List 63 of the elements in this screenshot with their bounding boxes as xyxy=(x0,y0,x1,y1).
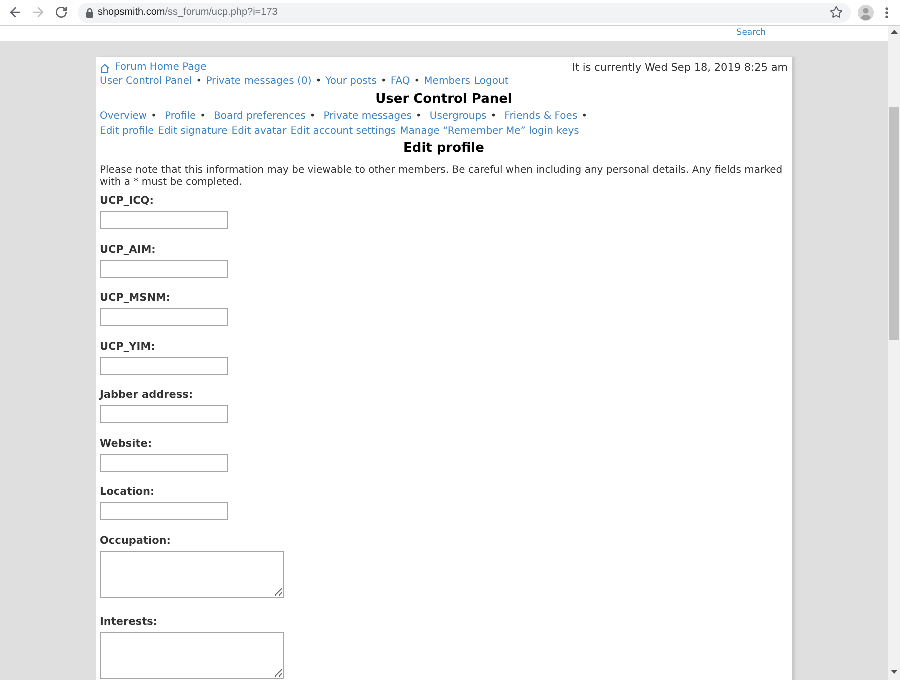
text-field[interactable] xyxy=(100,211,228,229)
bookmark-star-icon[interactable] xyxy=(830,6,843,19)
text-field[interactable] xyxy=(100,502,228,520)
text-field[interactable] xyxy=(100,356,228,374)
field-label: UCP_AIM: xyxy=(100,242,157,256)
nav-link[interactable]: FAQ xyxy=(390,76,410,87)
separator-bullet: • xyxy=(151,111,157,122)
separator-bullet: • xyxy=(582,111,588,122)
scroll-up-icon[interactable] xyxy=(890,30,898,34)
field-label: Interests: xyxy=(100,615,159,629)
sub-tab-link[interactable]: Edit signature xyxy=(158,126,228,137)
current-time-text: It is currently Wed Sep 18, 2019 8:25 am xyxy=(572,61,788,75)
home-icon xyxy=(100,64,110,72)
nav-link[interactable]: Members xyxy=(424,76,471,87)
field-label: Website: xyxy=(100,436,154,450)
separator-bullet: • xyxy=(414,76,420,87)
text-field[interactable] xyxy=(100,454,228,472)
tab-link[interactable]: Usergroups xyxy=(430,111,487,122)
separator-bullet: • xyxy=(316,76,322,87)
sub-tab-link[interactable]: Edit account settings xyxy=(290,126,396,137)
tab-link[interactable]: Private messages xyxy=(324,111,412,122)
panel-heading: User Control Panel xyxy=(374,91,514,109)
account-avatar-icon[interactable] xyxy=(858,4,874,20)
field-label: UCP_MSNM: xyxy=(100,291,172,305)
text-area[interactable] xyxy=(100,550,284,598)
scroll-down-icon[interactable] xyxy=(890,670,898,674)
tab-link[interactable]: Overview xyxy=(100,111,148,122)
text-field[interactable] xyxy=(100,405,228,423)
text-area[interactable] xyxy=(100,632,284,679)
nav-link[interactable]: Logout xyxy=(474,76,509,87)
separator-bullet: • xyxy=(416,111,422,122)
text-field[interactable] xyxy=(100,260,228,278)
separator-bullet: • xyxy=(196,76,202,87)
nav-link[interactable]: Your posts xyxy=(326,76,377,87)
sub-tab-link[interactable]: Edit profile xyxy=(100,126,154,137)
field-label: Occupation: xyxy=(100,534,172,548)
field-label: UCP_ICQ: xyxy=(100,194,155,208)
forum-home-link[interactable]: Forum Home Page xyxy=(100,61,207,75)
search-link[interactable]: Search xyxy=(736,28,766,39)
separator-bullet: • xyxy=(310,111,316,122)
sub-tab-link[interactable]: Manage “Remember Me” login keys xyxy=(400,126,580,137)
field-label: UCP_YIM: xyxy=(100,340,156,354)
sub-tab-link[interactable]: Edit avatar xyxy=(232,126,287,137)
scrollbar-thumb[interactable] xyxy=(889,107,899,340)
address-bar[interactable]: shopsmith.com/ss_forum/ucp.php?i=173 xyxy=(78,2,851,22)
separator-bullet: • xyxy=(200,111,206,122)
separator-bullet: • xyxy=(490,111,497,122)
tab-link[interactable]: Friends & Foes xyxy=(504,111,578,122)
url-text: shopsmith.com/ss_forum/ucp.php?i=173 xyxy=(98,6,278,19)
reload-button[interactable] xyxy=(53,4,69,20)
separator-bullet: • xyxy=(380,76,387,87)
reload-icon xyxy=(54,6,68,19)
form-heading: Edit profile xyxy=(402,140,486,158)
tab-link[interactable]: Profile xyxy=(165,111,196,122)
nav-link[interactable]: User Control Panel xyxy=(100,76,192,87)
lock-icon xyxy=(86,8,94,18)
nav-link[interactable]: Private messages (0) xyxy=(206,76,312,87)
notice-text: Please note that this information may be viewable to other members. Be careful when including any personal details. Any fields marked with a * must be completed. xyxy=(100,165,784,189)
text-field[interactable] xyxy=(100,308,228,326)
field-label: Jabber address: xyxy=(100,388,194,402)
forward-arrow-icon xyxy=(30,5,46,20)
tab-link[interactable]: Board preferences xyxy=(214,111,306,122)
field-label: Location: xyxy=(100,485,156,499)
